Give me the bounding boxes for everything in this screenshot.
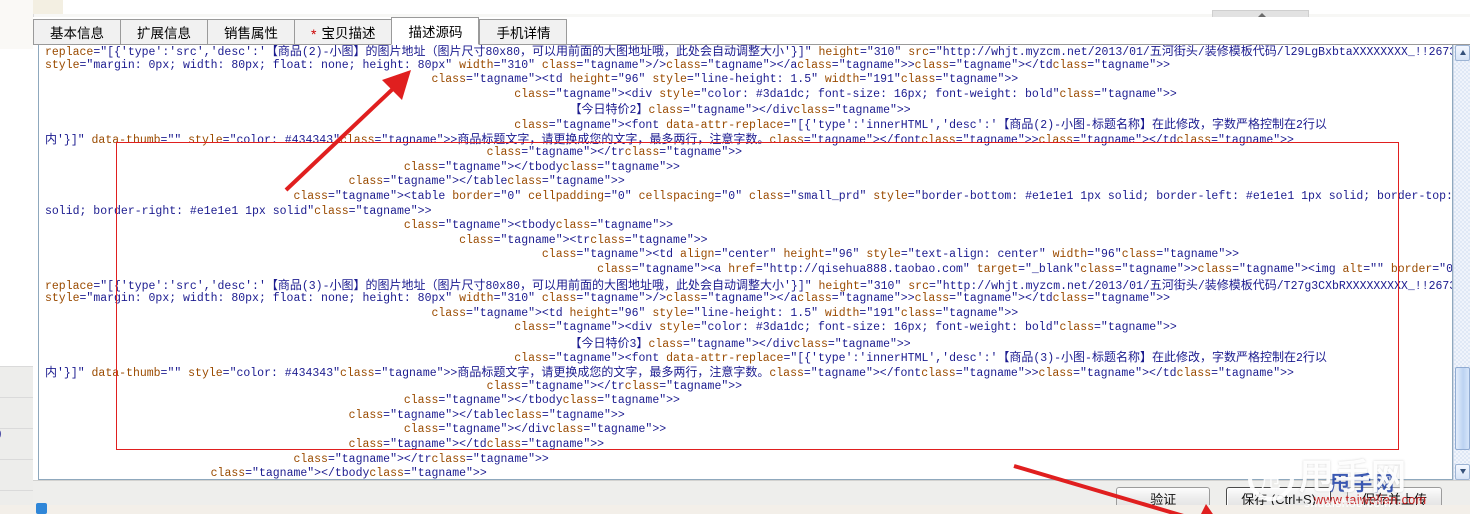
tab-2[interactable]: 销售属性 xyxy=(207,19,294,45)
code-line: class="tagname"><trclass="tagname">> xyxy=(459,233,708,247)
screen: ) 基本信息 扩展信息 销售属性 * 宝贝描述 描述源码 手机详情 replace="[{'… xyxy=(0,0,1470,514)
code-line: class="tagname"><font data-attr-replace=… xyxy=(514,350,1327,366)
tab-bar: 基本信息 扩展信息 销售属性 * 宝贝描述 描述源码 手机详情 xyxy=(33,17,1470,45)
tab-label: 扩展信息 xyxy=(137,26,191,41)
tab-0[interactable]: 基本信息 xyxy=(33,19,120,45)
tab-1[interactable]: 扩展信息 xyxy=(120,19,207,45)
code-line: 内'}]" data-thumb="" style="color: #43434… xyxy=(45,365,1294,381)
code-line: class="tagname"></trclass="tagname">> xyxy=(486,146,743,160)
code-line: class="tagname"></tableclass="tagname">> xyxy=(348,408,625,422)
code-line: 【今日特价3】class="tagname"></divclass="tagna… xyxy=(569,335,911,351)
scrollbar-thumb[interactable] xyxy=(1455,367,1470,450)
left-divider xyxy=(0,459,33,460)
code-line: class="tagname"><td align="center" heigh… xyxy=(541,248,1240,262)
code-line: class="tagname"><div style="color: #3da1… xyxy=(514,321,1177,335)
source-code-content[interactable]: replace="[{'type':'src','desc':'【商品(2)-小… xyxy=(45,45,1453,480)
scroll-down-button[interactable] xyxy=(1455,464,1470,480)
tab-5[interactable]: 手机详情 xyxy=(479,19,568,45)
triangle-up-icon xyxy=(1459,50,1466,55)
code-line: class="tagname"><td height="96" style="l… xyxy=(431,306,1019,320)
tab-4[interactable]: 描述源码 xyxy=(391,17,480,45)
code-line: replace="[{'type':'src','desc':'【商品(2)-小… xyxy=(45,45,1452,59)
left-divider xyxy=(0,490,33,491)
source-code-textarea[interactable]: replace="[{'type':'src','desc':'【商品(2)-小… xyxy=(38,45,1453,480)
tab-list: 基本信息 扩展信息 销售属性 * 宝贝描述 描述源码 手机详情 xyxy=(33,17,568,45)
code-line: class="tagname"></tbodyclass="tagname">> xyxy=(403,394,680,408)
tab-label: 描述源码 xyxy=(408,25,463,40)
tab-label: 销售属性 xyxy=(224,26,278,41)
code-line: class="tagname"></trclass="tagname">> xyxy=(486,379,743,393)
triangle-down-icon xyxy=(1459,469,1466,474)
left-panel-bottom xyxy=(0,366,33,514)
code-line: class="tagname"><tbodyclass="tagname">> xyxy=(403,219,674,233)
code-line: class="tagname"><table border="0" cellpa… xyxy=(293,189,1453,203)
tab-label: 手机详情 xyxy=(496,26,551,41)
left-divider xyxy=(0,397,33,398)
code-line: class="tagname"><font data-attr-replace=… xyxy=(514,116,1327,132)
code-line: style="margin: 0px; width: 80px; float: … xyxy=(45,58,1171,72)
window-top-accent xyxy=(33,0,63,14)
os-status-bar xyxy=(0,505,1470,514)
source-editor-region: replace="[{'type':'src','desc':'【商品(2)-小… xyxy=(33,45,1470,514)
taskbar-app-icon[interactable] xyxy=(36,503,47,514)
tab-3[interactable]: * 宝贝描述 xyxy=(294,19,392,45)
code-line: solid; border-right: #e1e1e1 1px solid"c… xyxy=(45,204,432,218)
code-line: class="tagname"><div style="color: #3da1… xyxy=(514,87,1177,101)
tab-label: 宝贝描述 xyxy=(321,26,376,41)
left-outer-strip: ) xyxy=(0,0,34,514)
left-panel-middle xyxy=(0,49,33,366)
panel-collapse-handle[interactable] xyxy=(1212,10,1309,17)
code-line: 【今日特价2】class="tagname"></divclass="tagna… xyxy=(569,102,911,118)
left-divider xyxy=(0,366,33,367)
code-line: class="tagname"></tableclass="tagname">> xyxy=(348,175,625,189)
code-line: class="tagname"></trclass="tagname">> xyxy=(293,452,549,466)
editor-vertical-scrollbar[interactable] xyxy=(1453,45,1470,480)
left-divider xyxy=(0,428,33,429)
left-truncated-glyph: ) xyxy=(0,425,1,441)
code-line: replace="[{'type':'src','desc':'【商品(3)-小… xyxy=(45,277,1452,293)
left-panel-top xyxy=(0,0,33,49)
code-line: style="margin: 0px; width: 80px; float: … xyxy=(45,292,1171,306)
required-marker-icon: * xyxy=(311,26,317,42)
code-line: class="tagname"></tbodyclass="tagname">> xyxy=(210,467,487,480)
code-line: class="tagname"><td height="96" style="l… xyxy=(431,73,1019,87)
code-line: class="tagname"></divclass="tagname">> xyxy=(403,423,667,437)
code-line: class="tagname"></tdclass="tagname">> xyxy=(348,438,605,452)
code-line: class="tagname"><a href="http://qisehua8… xyxy=(597,262,1453,276)
tab-label: 基本信息 xyxy=(50,26,104,41)
code-line: class="tagname"></tbodyclass="tagname">> xyxy=(403,160,680,174)
scroll-up-button[interactable] xyxy=(1455,45,1470,61)
code-line: 内'}]" data-thumb="" style="color: #43434… xyxy=(45,131,1294,147)
